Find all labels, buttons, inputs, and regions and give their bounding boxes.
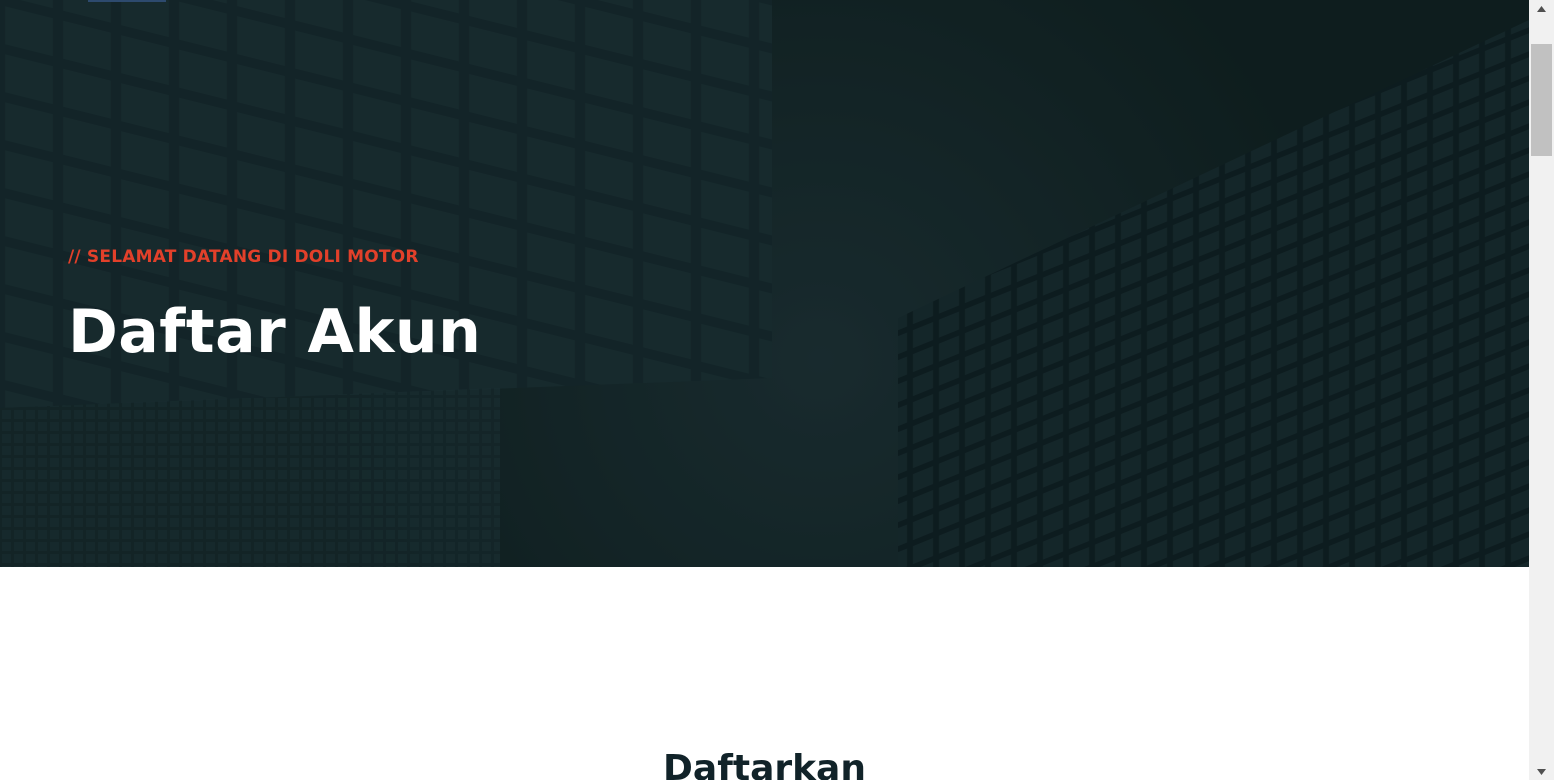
section-title: Daftarkan [663, 748, 866, 780]
page-title: Daftar Akun [68, 297, 482, 367]
top-nav-indicator [88, 0, 166, 2]
scrollbar-thumb[interactable] [1531, 44, 1552, 156]
hero-content: // SELAMAT DATANG DI DOLI MOTOR Daftar A… [68, 244, 481, 366]
page-header-hero: // SELAMAT DATANG DI DOLI MOTOR Daftar A… [0, 0, 1529, 567]
vertical-scrollbar[interactable] [1529, 0, 1554, 780]
hero-subtitle: // SELAMAT DATANG DI DOLI MOTOR [68, 247, 419, 267]
scroll-down-button[interactable] [1529, 763, 1554, 780]
page-viewport: // SELAMAT DATANG DI DOLI MOTOR Daftar A… [0, 0, 1529, 780]
triangle-up-icon [1537, 5, 1546, 12]
scroll-up-button[interactable] [1529, 0, 1554, 17]
triangle-down-icon [1537, 768, 1546, 775]
